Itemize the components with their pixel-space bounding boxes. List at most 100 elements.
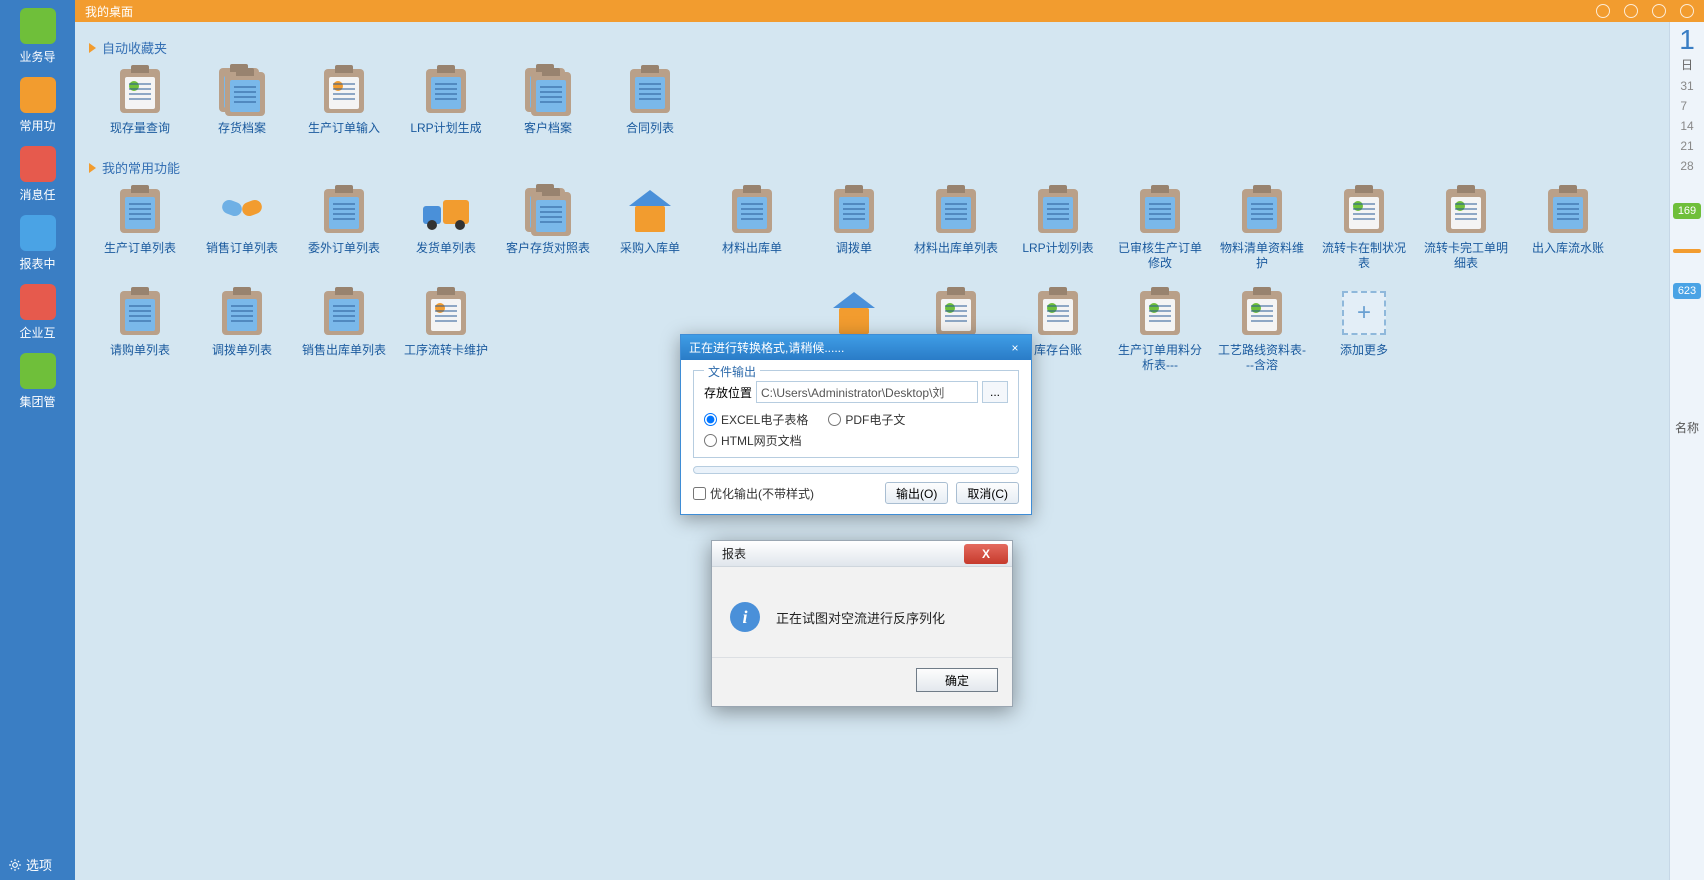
export-button[interactable]: 输出(O) <box>885 482 948 504</box>
tile-func-grid-26[interactable]: 工艺路线资料表---含溶 <box>1211 289 1313 373</box>
sidebar-icon <box>20 8 56 44</box>
dialog-titlebar[interactable]: 正在进行转换格式,请稍候...... × <box>681 335 1031 360</box>
tile-func-grid-12[interactable]: 流转卡在制状况表 <box>1313 187 1415 271</box>
sidebar-icon <box>20 77 56 113</box>
optimize-checkbox[interactable]: 优化输出(不带样式) <box>693 485 814 502</box>
section-favorites-header[interactable]: 自动收藏夹 <box>89 38 1655 57</box>
help-icon[interactable] <box>1624 4 1638 18</box>
tile-func-grid-7[interactable]: 调拨单 <box>803 187 905 271</box>
calendar-cell[interactable]: 7 <box>1680 99 1693 113</box>
right-strip-label: 名称 <box>1675 419 1699 436</box>
notify-badge[interactable]: 169 <box>1673 203 1701 219</box>
tile-fav-grid-3[interactable]: LRP计划生成 <box>395 67 497 136</box>
tile-label: 委外订单列表 <box>308 241 380 256</box>
clip-blue-icon <box>116 187 164 235</box>
browse-button[interactable]: ... <box>982 381 1008 403</box>
tile-func-grid-2[interactable]: 委外订单列表 <box>293 187 395 271</box>
clip-orange-icon <box>422 289 470 337</box>
truck-icon <box>422 187 470 235</box>
notify-badge[interactable] <box>1673 249 1701 253</box>
sidebar-label: 企业互 <box>19 324 55 341</box>
tile-label: LRP计划列表 <box>1022 241 1093 256</box>
calendar-cell[interactable]: 21 <box>1680 139 1693 153</box>
hands-icon <box>218 187 266 235</box>
section-functions-title: 我的常用功能 <box>102 158 180 177</box>
sidebar-item-2[interactable]: 消息任 <box>0 138 75 207</box>
tile-func-grid-6[interactable]: 材料出库单 <box>701 187 803 271</box>
sidebar-label: 报表中 <box>19 255 55 272</box>
tile-fav-grid-0[interactable]: 现存量查询 <box>89 67 191 136</box>
tile-label: 生产订单用料分析表--- <box>1116 343 1204 373</box>
tile-func-grid-15[interactable]: 请购单列表 <box>89 289 191 373</box>
radio-pdf[interactable]: PDF电子文 <box>828 411 905 428</box>
tile-label: 请购单列表 <box>110 343 170 358</box>
cancel-button[interactable]: 取消(C) <box>956 482 1019 504</box>
message-dialog: 报表 X i 正在试图对空流进行反序列化 确定 <box>711 540 1013 707</box>
minimize-icon[interactable] <box>1652 4 1666 18</box>
tile-func-grid-27[interactable]: +添加更多 <box>1313 289 1415 373</box>
sidebar-item-1[interactable]: 常用功 <box>0 69 75 138</box>
sidebar-item-0[interactable]: 业务导 <box>0 0 75 69</box>
sidebar-label: 消息任 <box>19 186 55 203</box>
clip-dbl-icon <box>524 67 572 115</box>
clip-blue-icon <box>218 289 266 337</box>
tile-func-grid-1[interactable]: 销售订单列表 <box>191 187 293 271</box>
calendar-cell[interactable]: 31 <box>1680 79 1693 93</box>
clip-green-icon <box>1136 289 1184 337</box>
tile-func-grid-9[interactable]: LRP计划列表 <box>1007 187 1109 271</box>
sidebar-item-4[interactable]: 企业互 <box>0 276 75 345</box>
sidebar-options-label: 选项 <box>26 855 52 874</box>
sidebar-options[interactable]: 选项 <box>8 855 52 874</box>
clip-dbl-icon <box>524 187 572 235</box>
tile-label: 库存台账 <box>1034 343 1082 358</box>
tile-func-grid-5[interactable]: 采购入库单 <box>599 187 701 271</box>
tile-func-grid-10[interactable]: 已审核生产订单修改 <box>1109 187 1211 271</box>
tile-func-grid-3[interactable]: 发货单列表 <box>395 187 497 271</box>
clip-green-icon <box>116 67 164 115</box>
path-input[interactable] <box>756 381 978 403</box>
tile-func-grid-17[interactable]: 销售出库单列表 <box>293 289 395 373</box>
file-output-fieldset: 文件输出 存放位置 ... EXCEL电子表格 PDF电子文 HTML网页文档 <box>693 370 1019 458</box>
sidebar-label: 集团管 <box>19 393 55 410</box>
tile-fav-grid-5[interactable]: 合同列表 <box>599 67 701 136</box>
dialog-close-icon[interactable]: × <box>1007 341 1023 355</box>
tile-func-grid-4[interactable]: 客户存货对照表 <box>497 187 599 271</box>
tile-fav-grid-2[interactable]: 生产订单输入 <box>293 67 395 136</box>
close-icon[interactable] <box>1680 4 1694 18</box>
clip-blue-icon <box>626 67 674 115</box>
calendar-cell[interactable]: 28 <box>1680 159 1693 173</box>
message-titlebar[interactable]: 报表 X <box>712 541 1012 567</box>
tile-label: 出入库流水账 <box>1532 241 1604 256</box>
favorites-grid: 现存量查询存货档案生产订单输入 LRP计划生成 客户档案合同列表 <box>89 67 1655 154</box>
tile-func-grid-16[interactable]: 调拨单列表 <box>191 289 293 373</box>
calendar-day[interactable]: 1 <box>1679 24 1695 56</box>
tile-func-grid-11[interactable]: 物料清单资料维护 <box>1211 187 1313 271</box>
tile-func-grid-13[interactable]: 流转卡完工单明细表 <box>1415 187 1517 271</box>
radio-html[interactable]: HTML网页文档 <box>704 432 802 449</box>
tile-label: 调拨单列表 <box>212 343 272 358</box>
sidebar-item-3[interactable]: 报表中 <box>0 207 75 276</box>
file-output-dialog: 正在进行转换格式,请稍候...... × 文件输出 存放位置 ... EXCEL… <box>680 334 1032 515</box>
tile-label: LRP计划生成 <box>410 121 481 136</box>
tile-func-grid-0[interactable]: 生产订单列表 <box>89 187 191 271</box>
ok-button[interactable]: 确定 <box>916 668 998 692</box>
tile-func-grid-8[interactable]: 材料出库单列表 <box>905 187 1007 271</box>
tile-func-grid-14[interactable]: 出入库流水账 <box>1517 187 1619 271</box>
clip-dbl-icon <box>218 67 266 115</box>
format-radios: EXCEL电子表格 PDF电子文 HTML网页文档 <box>704 411 1008 449</box>
tile-func-grid-18[interactable]: 工序流转卡维护 <box>395 289 497 373</box>
calendar-cell[interactable]: 14 <box>1680 119 1693 133</box>
tile-func-grid-25[interactable]: 生产订单用料分析表--- <box>1109 289 1211 373</box>
tile-fav-grid-4[interactable]: 客户档案 <box>497 67 599 136</box>
path-label: 存放位置 <box>704 384 752 401</box>
tile-fav-grid-1[interactable]: 存货档案 <box>191 67 293 136</box>
radio-excel[interactable]: EXCEL电子表格 <box>704 411 808 428</box>
notify-badge[interactable]: 623 <box>1673 283 1701 299</box>
user-icon[interactable] <box>1596 4 1610 18</box>
sidebar-item-5[interactable]: 集团管 <box>0 345 75 414</box>
tile-label: 添加更多 <box>1340 343 1388 358</box>
section-functions-header[interactable]: 我的常用功能 <box>89 158 1655 177</box>
tile-label: 合同列表 <box>626 121 674 136</box>
tile-label: 客户存货对照表 <box>506 241 590 256</box>
message-close-icon[interactable]: X <box>964 544 1008 564</box>
